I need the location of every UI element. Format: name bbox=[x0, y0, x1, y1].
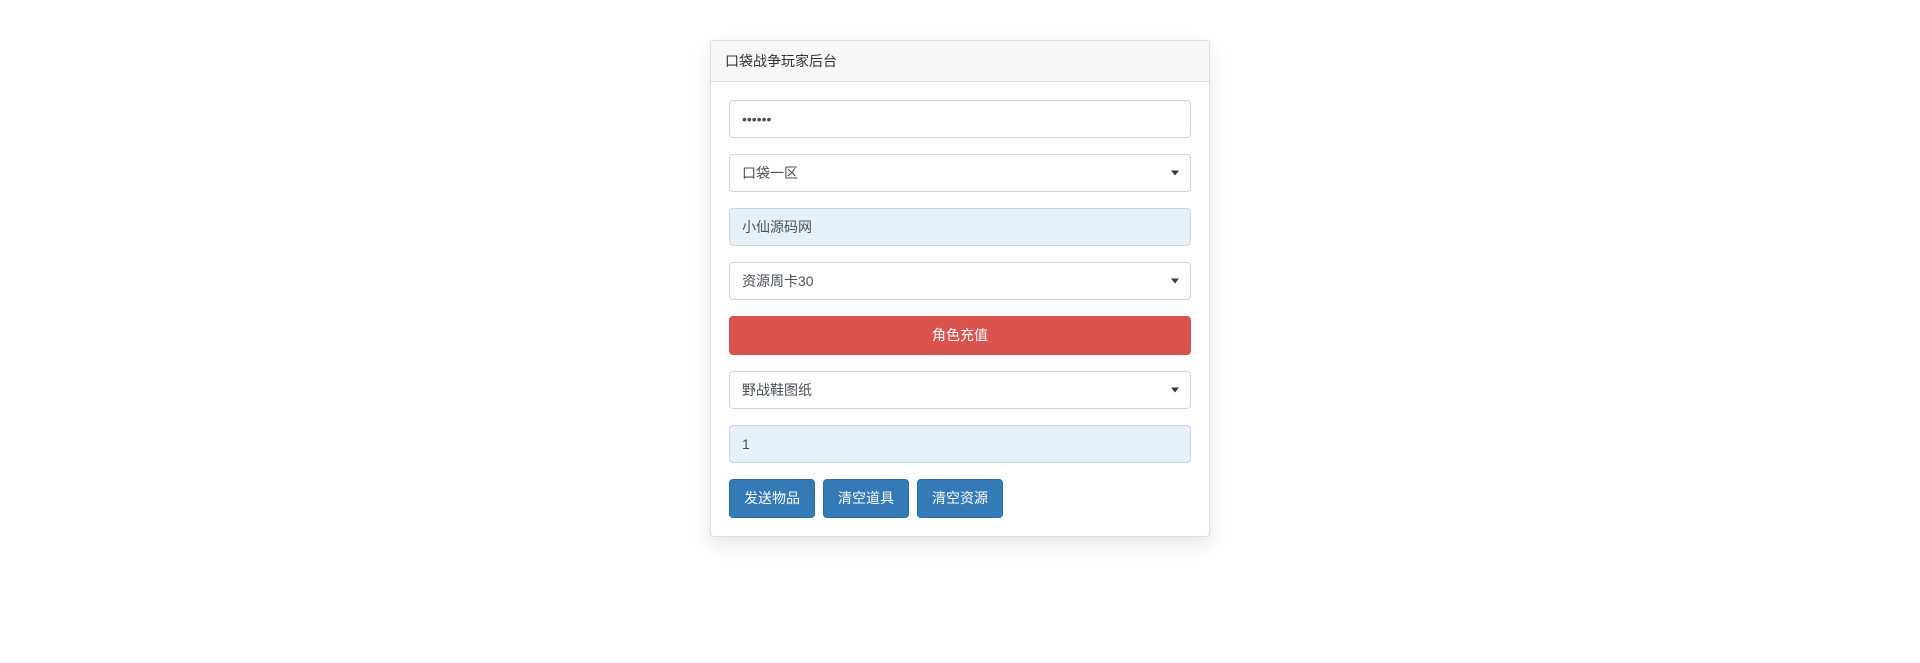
quantity-input[interactable] bbox=[729, 425, 1191, 463]
admin-card: 口袋战争玩家后台 口袋一区 资源周卡30 bbox=[710, 40, 1210, 537]
card-title: 口袋战争玩家后台 bbox=[711, 41, 1209, 82]
clear-items-button[interactable]: 清空道具 bbox=[823, 479, 909, 518]
clear-resources-button[interactable]: 清空资源 bbox=[917, 479, 1003, 518]
send-item-button[interactable]: 发送物品 bbox=[729, 479, 815, 518]
server-select[interactable]: 口袋一区 bbox=[729, 154, 1191, 192]
recharge-button[interactable]: 角色充值 bbox=[729, 316, 1191, 355]
recharge-package-select[interactable]: 资源周卡30 bbox=[729, 262, 1191, 300]
player-name-input[interactable] bbox=[729, 208, 1191, 246]
item-select[interactable]: 野战鞋图纸 bbox=[729, 371, 1191, 409]
card-body: 口袋一区 资源周卡30 角色充值 bbox=[711, 82, 1209, 536]
password-input[interactable] bbox=[729, 100, 1191, 138]
